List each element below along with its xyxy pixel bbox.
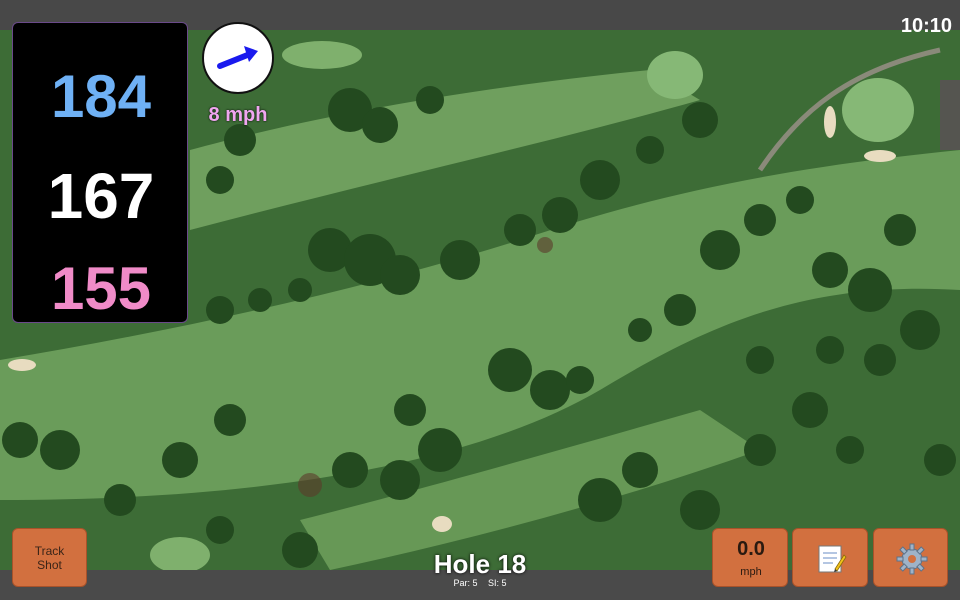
track-shot-label-line1: Track [34, 543, 65, 558]
wind-arrow-icon [217, 46, 258, 69]
front-distance: 155 [50, 255, 152, 322]
hole-title: Hole 18 [433, 549, 527, 579]
speed-button[interactable]: 0.0 mph [712, 528, 788, 587]
back-distance: 184 [50, 63, 152, 130]
notes-button[interactable] [792, 528, 868, 587]
settings-button[interactable] [873, 528, 948, 587]
hole-meta: Par: 5 SI: 5 [400, 578, 560, 588]
speed-unit: mph [740, 566, 762, 578]
middle-distance: 167 [47, 160, 155, 232]
wind-compass [202, 22, 274, 94]
speed-value: 0.0 [737, 538, 765, 560]
gear-icon [896, 543, 928, 575]
track-shot-button[interactable]: Track Shot [12, 528, 87, 587]
track-shot-label-line2: Shot [37, 557, 62, 572]
distance-panel: 184 167 155 [12, 22, 188, 323]
hole-par: Par: 5 [453, 578, 478, 588]
status-clock: 10:10 [900, 15, 952, 37]
wind-speed-label: 8 mph [208, 104, 268, 126]
notepad-icon [818, 545, 847, 573]
hole-stroke-index: SI: 5 [488, 578, 507, 588]
